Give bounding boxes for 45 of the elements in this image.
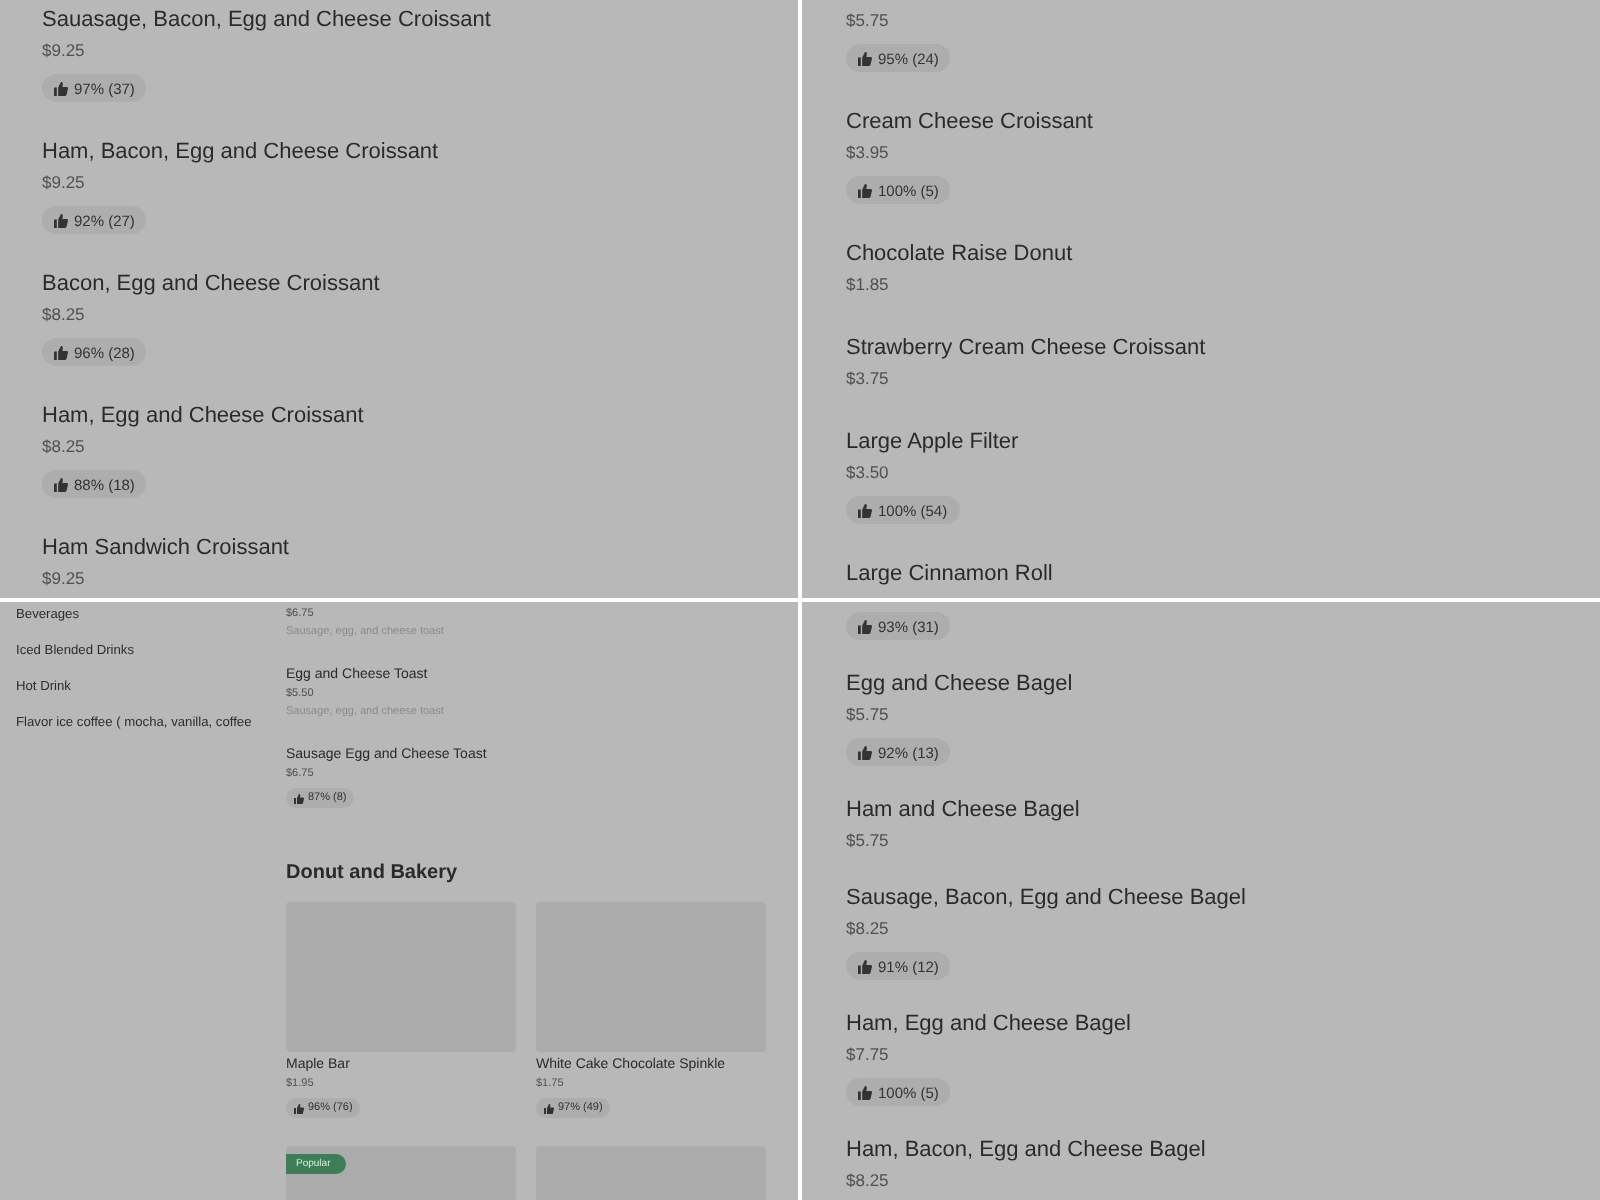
item-price: $1.85 (846, 272, 891, 298)
item-price: $9.25 (42, 38, 87, 64)
item-price: $5.75 (846, 702, 891, 728)
item-price: $7.75 (846, 1042, 891, 1068)
item-price: $9.25 (42, 170, 87, 196)
thumbs-up-icon (544, 1103, 554, 1113)
item-price: $8.25 (846, 916, 891, 942)
item-price: $8.25 (42, 302, 87, 328)
item-price: $5.75 (846, 828, 891, 854)
item-name[interactable]: Egg and Cheese Bagel (846, 670, 1600, 698)
thumbs-up-icon (858, 51, 872, 65)
item-price: $5.75 (846, 8, 891, 34)
item-price: $3.75 (846, 366, 891, 392)
item-name[interactable]: Ham, Bacon, Egg and Cheese Croissant (42, 138, 798, 166)
item-price: $3.95 (846, 140, 891, 166)
item-name[interactable]: Ham, Egg and Cheese Croissant (42, 402, 798, 430)
item-name[interactable]: Strawberry Cream Cheese Croissant (846, 334, 1600, 362)
item-name[interactable]: Large Apple Filter (846, 428, 1600, 456)
thumbs-up-icon (54, 213, 68, 227)
item-price: $3.50 (846, 460, 891, 486)
item-name[interactable]: Ham and Cheese Bagel (846, 796, 1600, 824)
thumbs-up-icon (54, 81, 68, 95)
thumbs-up-icon (294, 1103, 304, 1113)
item-name[interactable]: Ham, Bacon, Egg and Cheese Bagel (846, 1136, 1600, 1164)
item-name[interactable]: Chocolate Raise Donut (846, 240, 1600, 268)
section-heading: Donut and Bakery (286, 862, 458, 886)
item-name[interactable]: Sauasage, Bacon, Egg and Cheese Croissant (42, 6, 798, 34)
item-price: $9.25 (42, 566, 87, 592)
thumbs-up-icon (858, 183, 872, 197)
thumbs-up-icon (54, 345, 68, 359)
thumbs-up-icon (858, 1085, 872, 1099)
item-price: $8.25 (42, 434, 87, 460)
item-price: $8.25 (846, 1168, 891, 1194)
item-name[interactable]: Ham, Egg and Cheese Bagel (846, 1010, 1600, 1038)
thumbs-up-icon (858, 745, 872, 759)
thumbs-up-icon (858, 959, 872, 973)
item-name[interactable]: Bacon, Egg and Cheese Croissant (42, 270, 798, 298)
thumbs-up-icon (294, 793, 304, 803)
thumbs-up-icon (858, 503, 872, 517)
item-name[interactable]: Cream Cheese Croissant (846, 108, 1600, 136)
thumbs-up-icon (54, 477, 68, 491)
item-name[interactable]: Sausage, Bacon, Egg and Cheese Bagel (846, 884, 1600, 912)
item-name[interactable]: Large Cinnamon Roll (846, 560, 1600, 588)
item-name[interactable]: Ham Sandwich Croissant (42, 534, 798, 562)
thumbs-up-icon (858, 619, 872, 633)
